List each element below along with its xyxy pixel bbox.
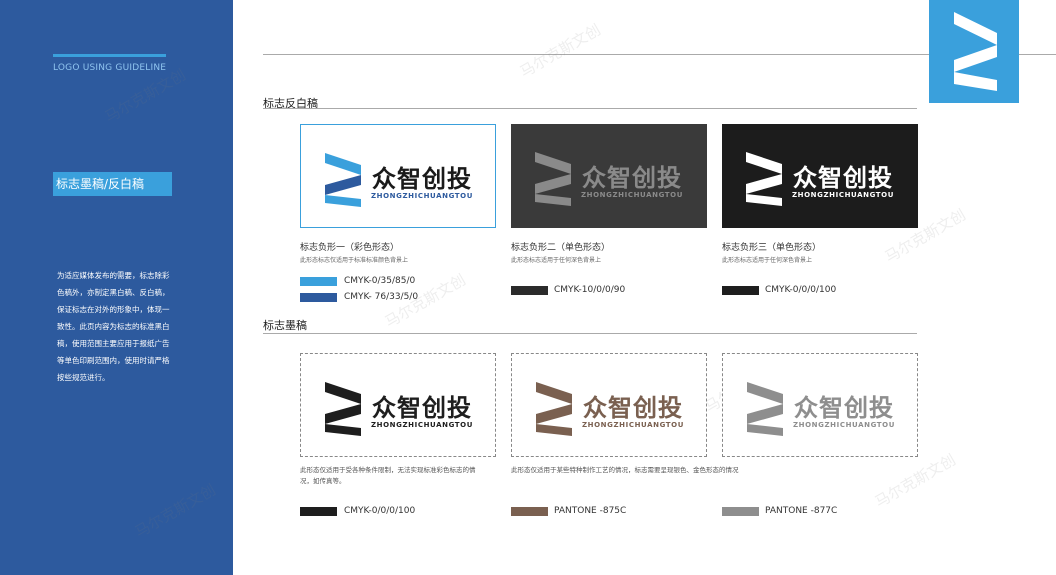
guide-label: LOGO USING GUIDELINE — [53, 63, 167, 73]
section-divider — [263, 108, 917, 109]
logo-card-black: 众智创投 ZHONGZHICHUANGTOU — [722, 124, 918, 228]
swatch-label: CMYK-0/0/0/100 — [344, 506, 416, 516]
swatch-label: CMYK-10/0/0/90 — [554, 285, 626, 295]
logo-mark-icon — [325, 153, 361, 207]
section-divider — [263, 333, 917, 334]
logo-card-black-ink: 众智创投 ZHONGZHICHUANGTOU — [300, 353, 496, 457]
swatch-label: PANTONE -875C — [554, 506, 627, 516]
swatch-label: CMYK- 76/33/5/0 — [344, 292, 419, 302]
corner-logo-block — [929, 0, 1019, 103]
logo-mark-icon — [325, 382, 361, 436]
usage-note: 此形态仅适用于受各种条件限制，无法实现标准彩色标志的情况，如传真等。 — [300, 466, 476, 485]
logo-text-en: ZHONGZHICHUANGTOU — [793, 421, 895, 429]
logo-text-cn: 众智创投 — [372, 165, 472, 193]
logo-mark-icon — [536, 382, 572, 436]
sidebar-accent-line — [53, 54, 166, 57]
color-swatch — [300, 507, 337, 516]
card-caption: 标志负形一（彩色形态） — [300, 243, 400, 253]
logo-text-cn: 众智创投 — [372, 394, 472, 422]
sidebar: LOGO USING GUIDELINE 标志墨稿/反白稿 为适应媒体发布的需要… — [0, 0, 233, 575]
color-swatch — [722, 286, 759, 295]
logo: 众智创投 ZHONGZHICHUANGTOU — [745, 378, 905, 438]
color-swatch — [511, 507, 548, 516]
color-swatch — [722, 507, 759, 516]
color-swatch — [511, 286, 548, 295]
color-swatch — [300, 293, 337, 302]
card-caption: 标志负形二（单色形态） — [511, 243, 611, 253]
logo-mark-icon — [535, 152, 571, 206]
logo-text-cn: 众智创投 — [583, 394, 683, 422]
usage-note: 此形态仅适用于某些特种制作工艺的情况，标志需要呈现银色、金色形态的情况 — [511, 466, 739, 474]
logo-text-en: ZHONGZHICHUANGTOU — [792, 191, 894, 199]
logo: 众智创投 ZHONGZHICHUANGTOU — [533, 148, 693, 208]
logo-card-gray-ink: 众智创投 ZHONGZHICHUANGTOU — [722, 353, 918, 457]
page-description: 为适应媒体发布的需要，标志除彩色稿外，亦制定黑白稿、反白稿，保证标志在对外的形象… — [57, 271, 170, 382]
logo-mark-icon — [746, 152, 782, 206]
swatch-label: PANTONE -877C — [765, 506, 838, 516]
logo: 众智创投 ZHONGZHICHUANGTOU — [534, 378, 694, 438]
logo-text-cn: 众智创投 — [794, 394, 894, 422]
logo-text-cn: 众智创投 — [582, 164, 682, 192]
logo: 众智创投 ZHONGZHICHUANGTOU — [323, 149, 483, 209]
card-caption: 标志负形三（单色形态） — [722, 243, 822, 253]
logo-mark-icon — [747, 382, 783, 436]
corner-logo-mark-icon — [954, 12, 997, 91]
logo-text-en: ZHONGZHICHUANGTOU — [581, 191, 683, 199]
page-title: 标志墨稿/反白稿 — [53, 172, 172, 196]
swatch-label: CMYK-0/0/0/100 — [765, 285, 837, 295]
logo: 众智创投 ZHONGZHICHUANGTOU — [744, 148, 904, 208]
card-subcaption: 此形态标志适用于任何深色背景上 — [511, 257, 602, 264]
section-title-ink: 标志墨稿 — [263, 319, 307, 332]
card-subcaption: 此形态标志仅适用于标准标准颜色背景上 — [300, 257, 409, 264]
logo-card-brown-ink: 众智创投 ZHONGZHICHUANGTOU — [511, 353, 707, 457]
card-subcaption: 此形态标志适用于任何深色背景上 — [722, 257, 813, 264]
logo-text-en: ZHONGZHICHUANGTOU — [371, 192, 473, 200]
logo-text-en: ZHONGZHICHUANGTOU — [371, 421, 473, 429]
logo-card-dark-gray: 众智创投 ZHONGZHICHUANGTOU — [511, 124, 707, 228]
logo-text-cn: 众智创投 — [793, 164, 893, 192]
color-swatch — [300, 277, 337, 286]
logo-card-color: 众智创投 ZHONGZHICHUANGTOU — [300, 124, 496, 228]
logo-text-en: ZHONGZHICHUANGTOU — [582, 421, 684, 429]
swatch-label: CMYK-0/35/85/0 — [344, 276, 416, 286]
logo: 众智创投 ZHONGZHICHUANGTOU — [323, 378, 483, 438]
